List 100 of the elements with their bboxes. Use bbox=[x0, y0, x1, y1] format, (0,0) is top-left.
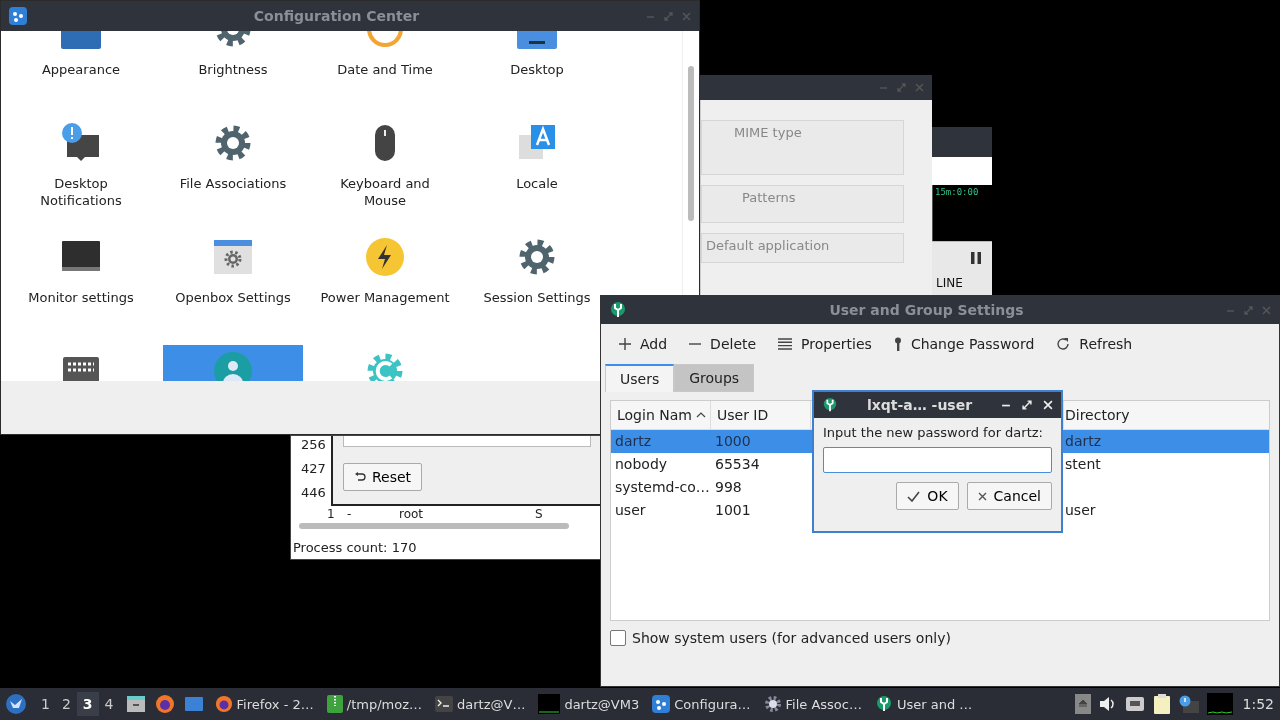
table-cell[interactable]: nobody bbox=[611, 453, 711, 476]
window-title: lxqt-a… -user bbox=[865, 397, 974, 413]
toolbar-button[interactable]: Delete bbox=[681, 332, 765, 356]
input-field[interactable] bbox=[343, 436, 591, 447]
undo-icon bbox=[354, 471, 366, 483]
item-label: Appearance bbox=[40, 61, 122, 78]
toolbar-button[interactable]: Refresh bbox=[1048, 332, 1141, 356]
task-button[interactable]: dartz@VM3 bbox=[533, 690, 645, 718]
table-cell: dartz bbox=[1064, 430, 1269, 453]
desktop-switch[interactable]: 1 bbox=[35, 692, 56, 716]
clock[interactable]: 1:52 bbox=[1242, 696, 1274, 712]
table-cell: 446 bbox=[301, 484, 326, 501]
settings-item[interactable]: Appearance bbox=[11, 31, 151, 101]
settings-item[interactable]: Locale bbox=[467, 117, 607, 215]
clipboard-icon[interactable] bbox=[1152, 694, 1171, 714]
file-cabinet-icon[interactable] bbox=[125, 694, 146, 714]
table-cell-text: 1001 bbox=[714, 501, 752, 520]
settings-item[interactable]: Power Management bbox=[315, 231, 455, 329]
wrench-icon bbox=[874, 695, 893, 713]
item-label: Session Settings bbox=[482, 289, 592, 306]
app-icon bbox=[9, 7, 27, 25]
wrench-icon bbox=[609, 301, 627, 319]
settings-item[interactable]: Brightness bbox=[163, 31, 303, 101]
checkbox[interactable] bbox=[610, 630, 626, 646]
bird-logo-icon[interactable] bbox=[5, 693, 27, 715]
eject-icon[interactable] bbox=[1074, 694, 1091, 714]
window-title: Configuration Center bbox=[252, 8, 421, 24]
settings-item[interactable]: Desktop bbox=[467, 31, 607, 101]
browser-icon bbox=[214, 695, 233, 713]
bolt-icon bbox=[363, 235, 407, 279]
settings-item[interactable]: Monitor settings bbox=[11, 231, 151, 329]
column-header[interactable]: Directory bbox=[1064, 401, 1269, 430]
table-cell[interactable]: user bbox=[611, 499, 711, 522]
toolbar-button[interactable]: Change Password bbox=[885, 332, 1043, 356]
item-label: Locale bbox=[515, 175, 559, 192]
column-header[interactable]: User ID bbox=[711, 401, 811, 430]
terminal-icon bbox=[435, 696, 453, 712]
column-header[interactable]: Login Nam bbox=[611, 401, 711, 430]
window-title: User and Group Settings bbox=[828, 302, 1025, 318]
table-cell: 427 bbox=[301, 460, 326, 477]
ok-button[interactable]: OK bbox=[896, 482, 959, 510]
table-cell-text: 65534 bbox=[714, 455, 761, 474]
gear-icon bbox=[763, 695, 782, 713]
settings-item[interactable]: Keyboard and Mouse bbox=[315, 117, 455, 215]
list-icon bbox=[778, 338, 793, 350]
prompt-text: Input the new password for dartz: bbox=[823, 425, 1044, 440]
item-label: File Associations bbox=[178, 175, 288, 192]
item-label: Desktop bbox=[509, 61, 565, 78]
table-cell: 1000 bbox=[711, 430, 811, 453]
wrench-icon bbox=[822, 397, 838, 413]
task-button[interactable]: Configura… bbox=[647, 691, 756, 717]
task-button[interactable]: User and … bbox=[869, 691, 978, 717]
item-label: Desktop Notifications bbox=[39, 175, 123, 209]
check-icon bbox=[907, 490, 921, 502]
desktop-icon[interactable] bbox=[183, 694, 204, 714]
settings-item[interactable]: Desktop Notifications bbox=[11, 117, 151, 215]
channel-label: LINE bbox=[936, 276, 963, 290]
status-text: Process count: 170 bbox=[293, 540, 417, 555]
network-icon[interactable] bbox=[1124, 696, 1145, 712]
terminal-icon bbox=[538, 694, 561, 714]
tab[interactable]: Users bbox=[605, 364, 675, 392]
table-cell-text: 998 bbox=[714, 478, 743, 497]
checkbox-label: Show system users (for advanced users only) bbox=[632, 630, 951, 646]
tab[interactable]: Groups bbox=[674, 364, 755, 392]
task-button[interactable]: File Assoc… bbox=[758, 691, 867, 717]
reset-button[interactable]: Reset bbox=[343, 463, 423, 491]
item-label: Brightness bbox=[197, 61, 269, 78]
pause-icon[interactable] bbox=[970, 252, 982, 264]
table-cell-text: - bbox=[347, 508, 353, 520]
item-label: Openbox Settings bbox=[174, 289, 292, 306]
zipper-icon bbox=[326, 695, 343, 713]
password-field[interactable] bbox=[823, 447, 1052, 473]
notification-icon[interactable] bbox=[1178, 695, 1199, 713]
desktop-switch[interactable]: 3 bbox=[76, 692, 99, 716]
volume-icon[interactable] bbox=[1098, 696, 1117, 712]
scrollbar-thumb[interactable] bbox=[688, 66, 694, 221]
task-button[interactable]: dartz@V… bbox=[430, 692, 531, 716]
cpu-graph-icon[interactable] bbox=[1206, 693, 1233, 715]
desktop-switch[interactable]: 2 bbox=[55, 692, 77, 716]
settings-item[interactable]: Openbox Settings bbox=[163, 231, 303, 329]
cancel-button[interactable]: Cancel bbox=[966, 482, 1052, 510]
toolbar-button[interactable]: Add bbox=[611, 332, 676, 356]
refresh-icon bbox=[1056, 337, 1071, 351]
table-cell: 256 bbox=[301, 436, 326, 453]
item-label: Keyboard and Mouse bbox=[339, 175, 431, 209]
desktop-switch[interactable]: 4 bbox=[98, 692, 120, 716]
table-cell[interactable]: dartz bbox=[611, 430, 711, 453]
table-cell-text: stent bbox=[1064, 455, 1102, 474]
table-cell[interactable]: systemd-co… bbox=[611, 476, 711, 499]
scrollbar[interactable] bbox=[299, 523, 569, 529]
app-icon bbox=[652, 695, 671, 713]
settings-item[interactable]: Date and Time bbox=[315, 31, 455, 101]
settings-item[interactable]: Session Settings bbox=[467, 231, 607, 329]
item-label: Monitor settings bbox=[27, 289, 135, 306]
browser-icon[interactable] bbox=[154, 694, 175, 714]
task-button[interactable]: /tmp/moz… bbox=[321, 691, 427, 717]
settings-item[interactable]: File Associations bbox=[163, 117, 303, 215]
key-icon bbox=[893, 337, 902, 351]
toolbar-button[interactable]: Properties bbox=[770, 332, 880, 356]
task-button[interactable]: Firefox - 2… bbox=[209, 691, 319, 717]
